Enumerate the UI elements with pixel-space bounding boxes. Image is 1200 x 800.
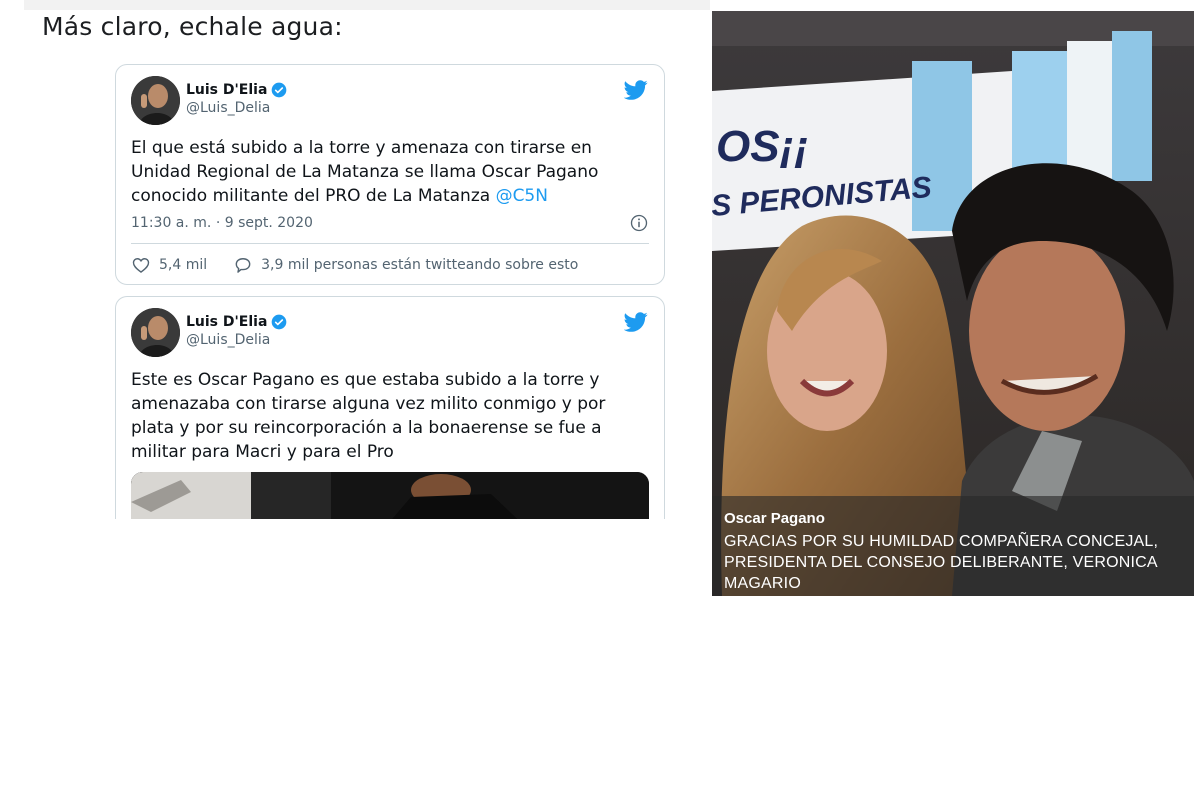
tweet-media-image [131, 472, 649, 519]
caption-text: GRACIAS POR SU HUMILDAD COMPAÑERA CONCEJ… [724, 533, 1159, 592]
author-handle[interactable]: @Luis_Delia [186, 100, 287, 116]
tweet-text: Este es Oscar Pagano es que estaba subid… [131, 370, 606, 462]
twitter-bird-icon[interactable] [624, 310, 648, 334]
photo-panel: OS¡¡ S PERONISTAS Oscar Pagano GRACIAS P… [712, 11, 1194, 596]
divider [131, 243, 649, 244]
tweet-text: El que está subido a la torre y amenaza … [131, 136, 651, 208]
photo-caption: Oscar Pagano GRACIAS POR SU HUMILDAD COM… [712, 496, 1194, 596]
info-icon[interactable] [629, 213, 649, 233]
tweet-media[interactable] [131, 472, 649, 519]
verified-badge-icon [272, 314, 287, 330]
avatar[interactable] [131, 308, 180, 357]
author-handle[interactable]: @Luis_Delia [186, 332, 287, 348]
author-name[interactable]: Luis D'Elia [186, 314, 267, 330]
caption-name: Oscar Pagano [724, 510, 825, 527]
post-heading: Más claro, echale agua: [42, 12, 343, 41]
like-count: 5,4 mil [159, 257, 208, 273]
conversation-action[interactable]: 3,9 mil personas están twitteando sobre … [233, 255, 578, 275]
conversation-text: 3,9 mil personas están twitteando sobre … [261, 257, 579, 273]
author-name[interactable]: Luis D'Elia [186, 82, 267, 98]
tweet-author[interactable]: Luis D'Elia @Luis_Delia [186, 82, 287, 116]
embedded-tweet-2[interactable]: Luis D'Elia @Luis_Delia Este es Oscar Pa… [115, 296, 665, 519]
avatar-image [131, 308, 180, 357]
like-action[interactable]: 5,4 mil [131, 255, 207, 275]
tweet-actions: 5,4 mil 3,9 mil personas están twitteand… [131, 255, 604, 275]
tweet-author[interactable]: Luis D'Elia @Luis_Delia [186, 314, 287, 348]
mention-link[interactable]: @C5N [496, 186, 548, 206]
avatar[interactable] [131, 76, 180, 125]
twitter-bird-icon[interactable] [624, 78, 648, 102]
top-strip [24, 0, 710, 10]
reply-bubble-icon [235, 258, 251, 273]
verified-badge-icon [272, 82, 287, 98]
tweet-timestamp[interactable]: 11:30 a. m. · 9 sept. 2020 [131, 215, 313, 231]
heart-icon [132, 258, 150, 273]
banner-text-1: OS¡¡ [716, 122, 809, 171]
embedded-tweet-1[interactable]: Luis D'Elia @Luis_Delia El que está subi… [115, 64, 665, 285]
avatar-image [131, 76, 180, 125]
